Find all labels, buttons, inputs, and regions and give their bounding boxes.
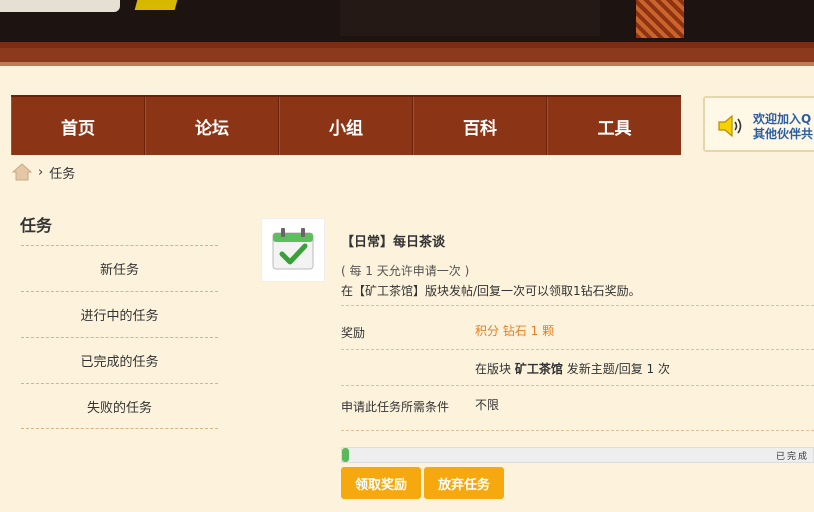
site-logo[interactable]: [0, 0, 120, 12]
reward-label: 奖励: [341, 326, 366, 340]
requirement-prefix: 在版块: [475, 362, 512, 376]
announcement-line-2: 其他伙伴共: [753, 127, 814, 141]
requirement-suffix: 发新主题/回复 1 次: [566, 362, 670, 376]
sidebar-list: 新任务 进行中的任务 已完成的任务 失败的任务: [21, 245, 218, 429]
nav-item-home[interactable]: 首页: [11, 97, 145, 155]
sidebar-item-new-tasks[interactable]: 新任务: [21, 245, 218, 291]
header-strip: [0, 48, 814, 66]
nav-item-tools[interactable]: 工具: [547, 97, 681, 155]
announcement-box[interactable]: 欢迎加入Q 其他伙伴共: [703, 96, 814, 152]
announcement-line-1: 欢迎加入Q: [753, 112, 812, 126]
task-apply-limit: ( 每 1 天允许申请一次 ): [341, 264, 470, 278]
task-description: 在【矿工茶馆】版块发帖/回复一次可以领取1钻石奖励。: [341, 284, 641, 298]
banner-block-art: [636, 0, 684, 38]
banner-art: [340, 0, 600, 36]
nav-item-forum[interactable]: 论坛: [145, 97, 279, 155]
nav-item-wiki[interactable]: 百科: [413, 97, 547, 155]
reward-row: 奖励 积分 钻石 1 颗: [341, 305, 814, 349]
sidebar-item-completed[interactable]: 已完成的任务: [21, 337, 218, 383]
home-icon[interactable]: [12, 163, 32, 181]
progress-fill: [342, 448, 350, 462]
calendar-check-icon: [272, 228, 314, 270]
breadcrumb-separator: ›: [38, 164, 44, 180]
condition-row: 申请此任务所需条件 不限: [341, 385, 814, 431]
requirement-row: 在版块 矿工茶馆 发新主题/回复 1 次: [341, 349, 814, 385]
claim-reward-button[interactable]: 领取奖励: [341, 467, 421, 499]
task-title: 【日常】每日茶谈: [341, 235, 446, 250]
breadcrumb-current[interactable]: 任务: [49, 163, 75, 182]
task-calendar-icon: [261, 218, 325, 282]
sidebar-item-failed[interactable]: 失败的任务: [21, 383, 218, 429]
abandon-task-button[interactable]: 放弃任务: [424, 467, 504, 499]
header-banner: [0, 0, 814, 42]
sidebar-title: 任务: [20, 216, 53, 235]
task-progress-bar: 已完成: [341, 447, 814, 463]
speaker-icon: [718, 114, 742, 138]
requirement-forum-link[interactable]: 矿工茶馆: [515, 362, 563, 376]
announcement-text: 欢迎加入Q 其他伙伴共: [753, 112, 813, 142]
sidebar-item-in-progress[interactable]: 进行中的任务: [21, 291, 218, 337]
condition-label: 申请此任务所需条件: [341, 400, 450, 414]
condition-value: 不限: [475, 398, 500, 412]
main-nav: 首页 论坛 小组 百科 工具: [11, 95, 681, 155]
nav-item-groups[interactable]: 小组: [279, 97, 413, 155]
reward-value: 积分 钻石 1 颗: [475, 324, 555, 338]
breadcrumb: › 任务: [12, 163, 75, 182]
progress-text: 已完成: [775, 452, 809, 462]
logo-accent: [134, 0, 178, 10]
requirement-text: 在版块 矿工茶馆 发新主题/回复 1 次: [475, 360, 670, 377]
